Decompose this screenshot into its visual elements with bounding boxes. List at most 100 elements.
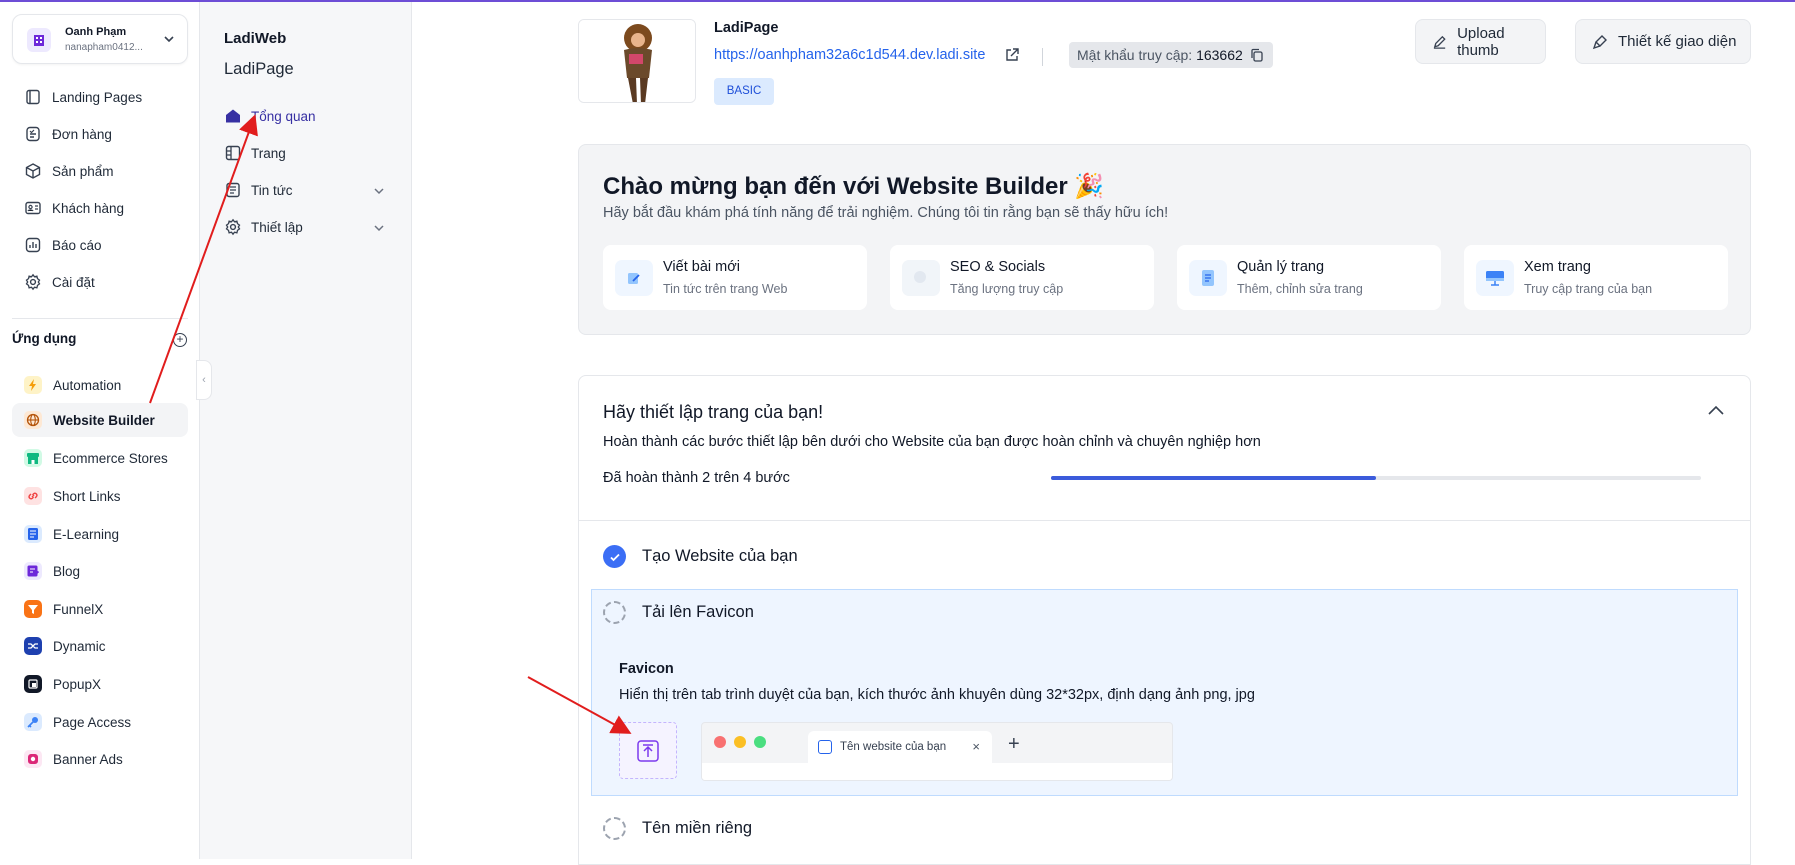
chevron-up-icon[interactable] (1707, 404, 1725, 416)
card-write-post[interactable]: Viết bài mới Tin tức trên trang Web (603, 245, 867, 310)
card-title: SEO & Socials (950, 259, 1046, 275)
main-sidebar: Oanh Phạm nanapham0412... Landing Pages … (0, 2, 200, 859)
app-label: Banner Ads (53, 751, 123, 767)
app-popupx[interactable]: PopupX (12, 667, 188, 701)
maximize-dot (754, 736, 766, 748)
favicon-description: Hiển thị trên tab trình duyệt của bạn, k… (619, 687, 1255, 703)
step-upload-favicon[interactable]: Tải lên Favicon (603, 601, 754, 624)
password-label: Mật khẩu truy cập: (1077, 47, 1193, 63)
nav-orders[interactable]: Đơn hàng (12, 117, 188, 151)
document-icon (1189, 260, 1227, 296)
preview-tab: Tên website của bạn × (808, 731, 992, 763)
nav-customers[interactable]: Khách hàng (12, 191, 188, 225)
site-thumbnail[interactable] (578, 19, 696, 103)
tab-label: Tên website của bạn (840, 741, 947, 753)
monitor-icon (1476, 260, 1514, 296)
popup-icon (24, 675, 42, 693)
design-interface-button[interactable]: Thiết kế giao diện (1575, 19, 1751, 64)
card-seo-socials[interactable]: SEO & Socials Tăng lượng truy cập (890, 245, 1154, 310)
app-blog[interactable]: Blog (12, 554, 188, 588)
welcome-title: Chào mừng bạn đến với Website Builder 🎉 (603, 173, 1105, 200)
nav-reports[interactable]: Báo cáo (12, 228, 188, 262)
step-custom-domain[interactable]: Tên miền riêng (603, 817, 752, 840)
app-label: Dynamic (53, 638, 106, 654)
search-icon (902, 260, 940, 296)
close-dot (714, 736, 726, 748)
browser-tab-preview: Tên website của bạn × + (701, 722, 1173, 781)
chevron-down-icon[interactable] (373, 185, 385, 197)
site-url-link[interactable]: https://oanhpham32a6c1d544.dev.ladi.site (714, 47, 985, 63)
address-bar (702, 763, 1172, 780)
nav-products[interactable]: Sản phẩm (12, 154, 188, 188)
design-interface-label: Thiết kế giao diện (1618, 33, 1737, 50)
upload-thumb-label: Upload thumb (1457, 24, 1505, 59)
card-title: Xem trang (1524, 259, 1591, 275)
copy-icon[interactable] (1250, 48, 1264, 62)
app-label: Automation (53, 377, 122, 393)
account-switcher[interactable]: Oanh Phạm nanapham0412... (12, 14, 188, 64)
app-short-links[interactable]: Short Links (12, 479, 188, 513)
app-website-builder[interactable]: Website Builder (12, 403, 188, 437)
upload-icon (637, 739, 659, 762)
access-password: Mật khẩu truy cập: 163662 (1069, 42, 1273, 68)
external-link-icon[interactable] (1004, 47, 1020, 63)
sub-item-pages[interactable]: Trang (224, 140, 394, 166)
app-banner-ads[interactable]: Banner Ads (12, 742, 188, 776)
collapse-sidebar-button[interactable]: ‹ (196, 360, 212, 400)
setup-panel: Hãy thiết lập trang của bạn! Hoàn thành … (578, 375, 1751, 865)
nav-settings[interactable]: Cài đặt (12, 265, 188, 299)
sub-item-news[interactable]: Tin tức (224, 177, 394, 203)
app-ecommerce-stores[interactable]: Ecommerce Stores (12, 441, 188, 475)
box-icon (25, 163, 41, 179)
building-icon (27, 28, 51, 52)
write-post-icon (615, 260, 653, 296)
app-e-learning[interactable]: E-Learning (12, 517, 188, 551)
check-circle-icon (603, 545, 626, 568)
card-subtitle: Truy cập trang của bạn (1524, 282, 1653, 296)
gear-icon (225, 218, 241, 236)
banner-icon (24, 750, 42, 768)
upload-thumb-button[interactable]: Upload thumb (1415, 19, 1546, 64)
setup-description: Hoàn thành các bước thiết lập bên dưới c… (603, 434, 1261, 450)
gear-icon (25, 273, 41, 291)
close-icon: × (972, 739, 980, 754)
app-automation[interactable]: Automation (12, 368, 188, 402)
book-icon (26, 89, 40, 105)
key-icon (24, 713, 42, 731)
site-title: LadiPage (224, 60, 294, 78)
card-manage-pages[interactable]: Quản lý trang Thêm, chỉnh sửa trang (1177, 245, 1441, 310)
app-page-access[interactable]: Page Access (12, 705, 188, 739)
password-value: 163662 (1196, 47, 1243, 63)
nav-label: Đơn hàng (52, 126, 112, 142)
card-subtitle: Tin tức trên trang Web (663, 282, 788, 296)
app-dynamic[interactable]: Dynamic (12, 629, 188, 663)
edit-note-icon (24, 562, 42, 580)
favicon-upload-button[interactable] (619, 722, 677, 779)
step-create-website[interactable]: Tạo Website của bạn (603, 545, 798, 568)
news-icon (226, 182, 240, 198)
app-label: Website Builder (53, 412, 155, 428)
sub-item-overview[interactable]: Tổng quan (224, 103, 394, 129)
nav-label: Khách hàng (52, 200, 125, 216)
add-app-icon[interactable]: + (173, 333, 187, 347)
chevron-down-icon[interactable] (373, 222, 385, 234)
nav-landing-pages[interactable]: Landing Pages (12, 80, 188, 114)
sub-item-settings[interactable]: Thiết lập (224, 214, 394, 240)
globe-icon (24, 411, 42, 429)
site-name: LadiPage (714, 20, 779, 36)
app-funnelx[interactable]: FunnelX (12, 592, 188, 626)
step-label: Tải lên Favicon (642, 603, 754, 621)
app-label: Blog (53, 563, 81, 579)
nav-label: Báo cáo (52, 237, 102, 253)
plan-badge: BASIC (714, 78, 774, 105)
welcome-subtitle: Hãy bắt đầu khám phá tính năng để trải n… (603, 205, 1169, 221)
account-email: nanapham0412... (65, 42, 143, 53)
new-tab-icon: + (1008, 733, 1020, 755)
paint-brush-icon (1592, 34, 1607, 49)
book-icon (24, 525, 42, 543)
card-view-page[interactable]: Xem trang Truy cập trang của bạn (1464, 245, 1728, 310)
favicon-title: Favicon (619, 661, 674, 677)
link-icon (24, 487, 42, 505)
app-label: Short Links (53, 488, 121, 504)
card-title: Viết bài mới (663, 259, 740, 275)
